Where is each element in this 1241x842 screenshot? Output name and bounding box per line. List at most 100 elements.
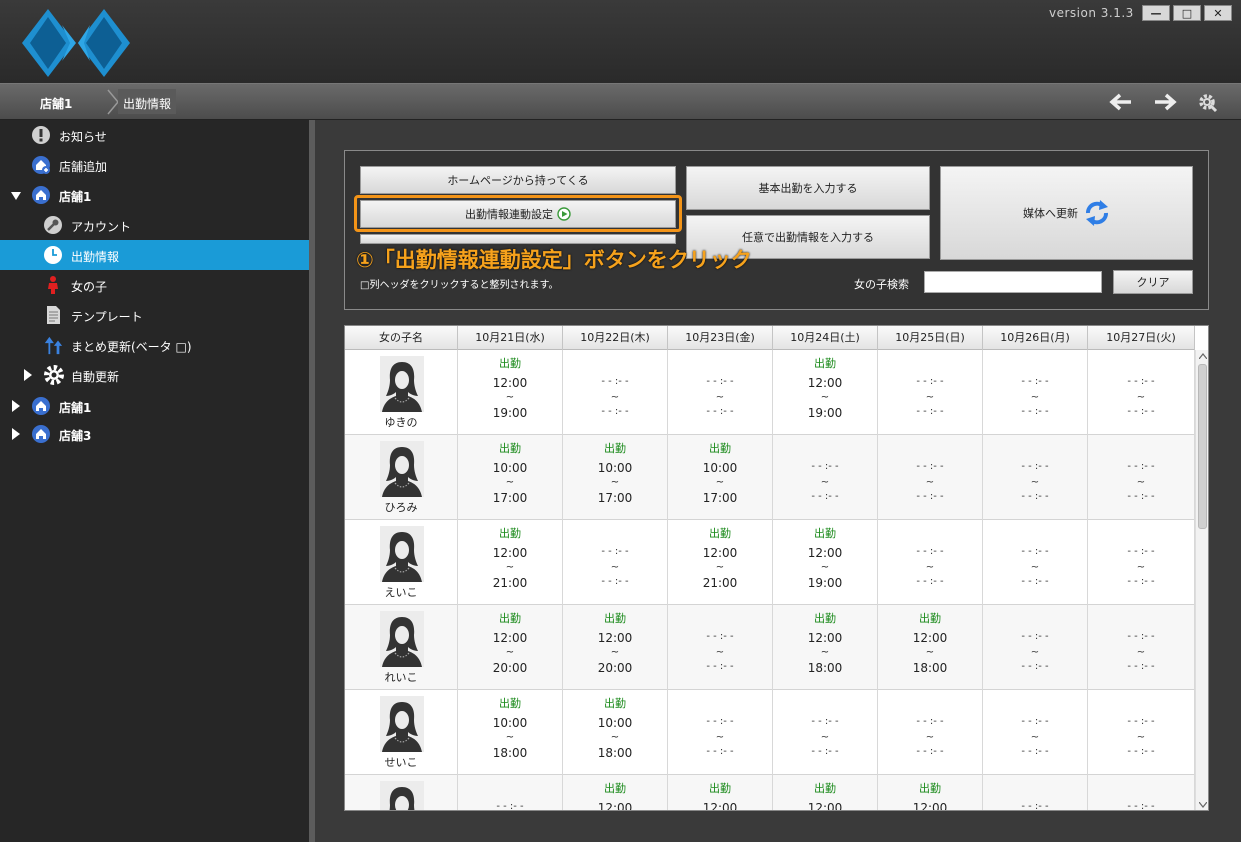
breadcrumb-item-attendance[interactable]: 出勤情報	[118, 89, 177, 114]
shift-cell-empty[interactable]: - - :- -~- - :- -	[878, 435, 983, 520]
shift-cell[interactable]: 出勤 12:00 ~19:00	[773, 350, 878, 435]
forward-button[interactable]	[1148, 90, 1182, 114]
media-update-button[interactable]: 媒体へ更新	[940, 166, 1193, 260]
shift-cell[interactable]: 出勤 12:00 ~20:00	[563, 605, 668, 690]
scroll-thumb[interactable]	[1198, 364, 1207, 529]
shift-cell-empty[interactable]: - - :- -~- - :- -	[668, 350, 773, 435]
sidebar-item-store1[interactable]: 店舗1	[0, 180, 309, 210]
shift-cell-empty[interactable]: - - :- -~- - :- -	[1088, 775, 1195, 810]
shift-cell-empty[interactable]: - - :- -~- - :- -	[668, 690, 773, 775]
column-header-day[interactable]: 10月27日(火)	[1088, 326, 1195, 350]
expand-right-icon[interactable]	[24, 369, 32, 381]
shift-cell-empty[interactable]: - - :- -~- - :- -	[1088, 350, 1195, 435]
shift-start: 12:00	[807, 631, 843, 645]
shift-cell[interactable]: 出勤12:00~	[773, 775, 878, 811]
column-header-day[interactable]: 10月26日(月)	[983, 326, 1088, 350]
shift-cell[interactable]: 出勤 12:00 ~21:00	[668, 520, 773, 605]
empty-end: - - :- -	[1021, 661, 1049, 672]
shift-cell-empty[interactable]: - - :- -~- - :- -	[773, 435, 878, 520]
shift-cell[interactable]: 出勤 10:00 ~18:00	[458, 690, 563, 775]
shift-cell-empty[interactable]: - - :- -~- - :- -	[458, 775, 563, 810]
sidebar-item-news[interactable]: お知らせ	[0, 120, 309, 150]
column-header-day[interactable]: 10月24日(土)	[773, 326, 878, 350]
shift-cell-empty[interactable]: - - :- -~- - :- -	[668, 605, 773, 690]
column-header-day[interactable]: 10月22日(木)	[563, 326, 668, 350]
girl-name: えいこ	[384, 586, 418, 599]
shift-start: 10:00	[597, 461, 633, 475]
column-header-day[interactable]: 10月23日(金)	[668, 326, 773, 350]
shift-cell-empty[interactable]: - - :- -~- - :- -	[1088, 690, 1195, 775]
shift-cell-empty[interactable]: - - :- -~- - :- -	[878, 520, 983, 605]
girl-cell: せいこ	[345, 690, 458, 775]
fetch-homepage-button[interactable]: ホームページから持ってくる	[360, 166, 676, 194]
shift-cell[interactable]: 出勤 10:00 ~18:00	[563, 690, 668, 775]
scroll-down-icon[interactable]	[1199, 802, 1207, 808]
table-row[interactable]: えいこ 出勤 12:00 ~21:00 - - :- - ~ - - :- - 出勤 12:00…	[345, 520, 1195, 605]
scroll-up-icon[interactable]	[1199, 353, 1207, 359]
column-header-name[interactable]: 女の子名	[345, 326, 458, 350]
shift-cell[interactable]: 出勤12:00~	[878, 775, 983, 810]
table-row[interactable]: れいこ 出勤 12:00 ~20:00 出勤 12:00 ~20:00- - :- - ~ - …	[345, 605, 1195, 690]
clear-button[interactable]: クリア	[1113, 270, 1193, 294]
sidebar-item-template[interactable]: テンプレート	[0, 300, 309, 330]
shift-cell-empty[interactable]: - - :- -~- - :- -	[563, 520, 668, 605]
sidebar-item-auto-update[interactable]: 自動更新	[0, 360, 309, 390]
sidebar-item-label: 店舗1	[59, 190, 92, 204]
shift-cell-empty[interactable]: - - :- -~- - :- -	[1088, 435, 1195, 520]
shift-cell[interactable]: 出勤 10:00 ~17:00	[458, 435, 563, 520]
shift-cell[interactable]: 出勤 12:00 ~18:00	[773, 605, 878, 690]
empty-start: - - :- -	[706, 376, 734, 387]
expand-down-icon[interactable]	[11, 192, 21, 200]
shift-cell-empty[interactable]: - - :- -~- - :- -	[983, 775, 1088, 810]
shift-cell-empty[interactable]: - - :- -~- - :- -	[1088, 520, 1195, 605]
minimize-button[interactable]: —	[1142, 5, 1170, 21]
shift-cell-empty[interactable]: - - :- -~- - :- -	[983, 435, 1088, 520]
shift-cell[interactable]: 出勤 12:00 ~19:00	[773, 520, 878, 605]
sidebar-item-store1-b[interactable]: 店舗1	[0, 391, 309, 421]
refresh-icon	[1086, 200, 1108, 226]
basic-input-button[interactable]: 基本出勤を入力する	[686, 166, 930, 210]
shift-cell[interactable]: 出勤12:00~	[563, 775, 668, 810]
shift-cell[interactable]: 出勤 12:00 ~20:00	[458, 605, 563, 690]
settings-button[interactable]	[1190, 90, 1224, 114]
column-header-day[interactable]: 10月25日(日)	[878, 326, 983, 350]
shift-cell-empty[interactable]: - - :- -~- - :- -	[1088, 605, 1195, 690]
shift-cell-empty[interactable]: - - :- -~- - :- -	[773, 690, 878, 775]
table-row[interactable]: - - :- -~- - :- -出勤12:00~出勤12:00~出勤12:00…	[345, 775, 1195, 811]
shift-status: 出勤	[709, 527, 731, 540]
sidebar-item-account[interactable]: アカウント	[0, 210, 309, 240]
close-button[interactable]: ✕	[1204, 5, 1232, 21]
table-row[interactable]: せいこ 出勤 10:00 ~18:00 出勤 10:00 ~18:00- - :- - ~ - …	[345, 690, 1195, 775]
home-icon	[31, 424, 51, 444]
vertical-scrollbar[interactable]	[1195, 350, 1208, 810]
expand-right-icon[interactable]	[12, 400, 20, 412]
column-header-day[interactable]: 10月21日(水)	[458, 326, 563, 350]
search-input[interactable]	[924, 271, 1102, 293]
sidebar-item-add-store[interactable]: 店舗追加	[0, 150, 309, 180]
sidebar-item-store3[interactable]: 店舗3	[0, 419, 309, 449]
shift-cell[interactable]: 出勤 10:00 ~17:00	[563, 435, 668, 520]
shift-cell[interactable]: 出勤12:00~	[668, 775, 773, 810]
expand-right-icon[interactable]	[12, 428, 20, 440]
table-row[interactable]: ひろみ 出勤 10:00 ~17:00 出勤 10:00 ~17:00 出勤 10:00 ~17:…	[345, 435, 1195, 520]
shift-cell-empty[interactable]: - - :- -~- - :- -	[563, 350, 668, 435]
shift-cell-empty[interactable]: - - :- -~- - :- -	[878, 690, 983, 775]
shift-cell-empty[interactable]: - - :- -~- - :- -	[983, 690, 1088, 775]
sidebar-item-attendance[interactable]: 出勤情報	[0, 240, 309, 270]
shift-cell[interactable]: 出勤 12:00 ~19:00	[458, 350, 563, 435]
sidebar-item-bulk-update[interactable]: まとめ更新(ベータ □)	[0, 330, 309, 360]
back-button[interactable]	[1104, 90, 1138, 114]
shift-cell-empty[interactable]: - - :- -~- - :- -	[983, 520, 1088, 605]
sidebar-item-girls[interactable]: 女の子	[0, 270, 309, 300]
shift-cell[interactable]: 出勤 12:00 ~21:00	[458, 520, 563, 605]
hidden-button[interactable]	[360, 234, 676, 244]
shift-start: 12:00	[807, 801, 843, 811]
shift-cell-empty[interactable]: - - :- -~- - :- -	[878, 350, 983, 435]
shift-cell-empty[interactable]: - - :- -~- - :- -	[983, 350, 1088, 435]
breadcrumb-item-store[interactable]: 店舗1	[40, 95, 72, 112]
shift-cell[interactable]: 出勤 10:00 ~17:00	[668, 435, 773, 520]
shift-cell[interactable]: 出勤 12:00 ~18:00	[878, 605, 983, 690]
table-row[interactable]: ゆきの 出勤 12:00 ~19:00- - :- - ~ - - :- -- - :- …	[345, 350, 1195, 435]
maximize-button[interactable]: □	[1173, 5, 1201, 21]
shift-cell-empty[interactable]: - - :- -~- - :- -	[983, 605, 1088, 690]
